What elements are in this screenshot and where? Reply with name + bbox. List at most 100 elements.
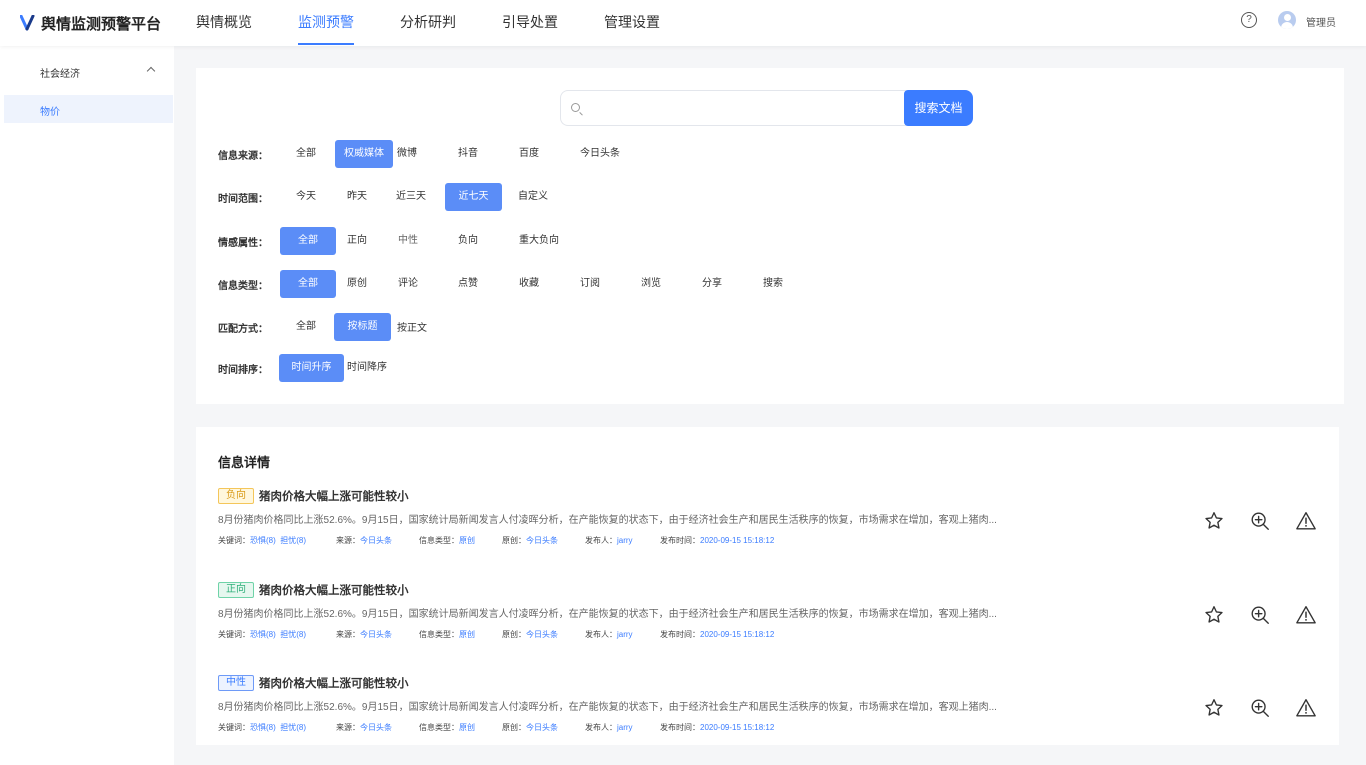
meta-label: 发布时间：	[660, 536, 700, 545]
filter-option[interactable]: 分享	[692, 270, 732, 298]
star-icon[interactable]	[1203, 604, 1225, 626]
meta-label: 信息类型：	[419, 723, 459, 732]
nav-overview[interactable]: 舆情概览	[196, 0, 252, 46]
meta-label: 原创：	[502, 536, 526, 545]
filter-option[interactable]: 自定义	[510, 183, 556, 211]
meta-label: 来源：	[336, 723, 360, 732]
filter-option[interactable]: 收藏	[509, 270, 549, 298]
meta-source: 来源：今日头条	[336, 535, 392, 546]
meta-value[interactable]: jarry	[617, 723, 633, 732]
sidebar-item-label: 物价	[40, 107, 60, 118]
filter-option[interactable]: 今天	[286, 183, 326, 211]
nav-monitoring[interactable]: 监测预警	[298, 0, 354, 46]
zoom-in-icon[interactable]	[1249, 510, 1271, 532]
meta-value[interactable]: 原创	[459, 630, 475, 639]
filter-option[interactable]: 负向	[448, 227, 488, 255]
meta-value[interactable]: jarry	[617, 630, 633, 639]
filter-option[interactable]: 微博	[390, 140, 424, 168]
avatar[interactable]	[1278, 11, 1296, 29]
nav-settings[interactable]: 管理设置	[604, 0, 660, 46]
filter-option[interactable]: 浏览	[631, 270, 671, 298]
filter-option-selected[interactable]: 全部	[280, 270, 336, 298]
keyword-link[interactable]: 担忧(8)	[280, 723, 306, 732]
meta-keywords: 关键词：恐惧(8) 担忧(8)	[218, 629, 306, 640]
filter-option-selected[interactable]: 时间升序	[279, 354, 344, 382]
meta-value: 2020-09-15 15:18:12	[700, 630, 775, 639]
meta-source: 来源：今日头条	[336, 722, 392, 733]
meta-value[interactable]: 今日头条	[526, 723, 558, 732]
filter-option[interactable]: 抖音	[448, 140, 488, 168]
warning-icon[interactable]	[1295, 697, 1317, 719]
user-name[interactable]: 管理员	[1306, 14, 1336, 29]
filter-label: 信息类型：	[218, 281, 268, 292]
logo[interactable]: 舆情监测预警平台	[20, 13, 161, 34]
filter-label: 时间排序：	[218, 365, 268, 376]
filter-option[interactable]: 评论	[388, 270, 428, 298]
star-icon[interactable]	[1203, 510, 1225, 532]
filter-option[interactable]: 时间降序	[344, 354, 390, 382]
filter-option[interactable]: 全部	[286, 313, 326, 341]
filter-option[interactable]: 百度	[509, 140, 549, 168]
filter-option-selected[interactable]: 权威媒体	[335, 140, 393, 168]
search-input[interactable]	[587, 99, 887, 117]
info-item-title[interactable]: 猪肉价格大幅上涨可能性较小	[259, 488, 409, 504]
sentiment-tag-neutral: 中性	[218, 675, 254, 691]
keyword-link[interactable]: 担忧(8)	[280, 630, 306, 639]
meta-original: 原创：今日头条	[502, 722, 558, 733]
info-item-title[interactable]: 猪肉价格大幅上涨可能性较小	[259, 675, 409, 691]
meta-label: 原创：	[502, 723, 526, 732]
filter-option-selected[interactable]: 按标题	[334, 313, 391, 341]
search-icon	[571, 103, 580, 112]
help-icon[interactable]: ?	[1241, 12, 1257, 28]
meta-value[interactable]: 今日头条	[360, 723, 392, 732]
nav-analysis[interactable]: 分析研判	[400, 0, 456, 46]
filter-option[interactable]: 今日头条	[574, 140, 626, 168]
filter-option-selected[interactable]: 全部	[280, 227, 336, 255]
top-header: 舆情监测预警平台 舆情概览 监测预警 分析研判 引导处置 管理设置 ? 管理员	[0, 0, 1366, 46]
filter-option[interactable]: 点赞	[448, 270, 488, 298]
meta-original: 原创：今日头条	[502, 535, 558, 546]
filter-option[interactable]: 按正文	[392, 315, 432, 343]
meta-value[interactable]: 今日头条	[360, 630, 392, 639]
zoom-in-icon[interactable]	[1249, 697, 1271, 719]
star-icon[interactable]	[1203, 697, 1225, 719]
zoom-in-icon[interactable]	[1249, 604, 1271, 626]
keyword-link[interactable]: 恐惧(8)	[250, 536, 276, 545]
meta-value[interactable]: 今日头条	[526, 536, 558, 545]
sidebar-group-social-economy[interactable]: 社会经济	[40, 65, 80, 80]
meta-value[interactable]: jarry	[617, 536, 633, 545]
info-item-summary: 8月份猪肉价格同比上涨52.6%。9月15日，国家统计局新闻发言人付凌晖分析，在…	[218, 609, 997, 620]
meta-time: 发布时间：2020-09-15 15:18:12	[660, 722, 774, 733]
meta-value[interactable]: 原创	[459, 723, 475, 732]
meta-time: 发布时间：2020-09-15 15:18:12	[660, 535, 774, 546]
filter-option[interactable]: 正向	[337, 227, 377, 255]
sidebar-item-price[interactable]: 物价	[4, 95, 173, 123]
meta-value[interactable]: 今日头条	[360, 536, 392, 545]
keyword-link[interactable]: 担忧(8)	[280, 536, 306, 545]
filter-option[interactable]: 重大负向	[510, 227, 568, 255]
meta-value[interactable]: 今日头条	[526, 630, 558, 639]
filter-option-selected[interactable]: 近七天	[445, 183, 502, 211]
keyword-link[interactable]: 恐惧(8)	[250, 723, 276, 732]
filter-option[interactable]: 搜索	[753, 270, 793, 298]
filter-option[interactable]: 昨天	[337, 183, 377, 211]
nav-guidance[interactable]: 引导处置	[502, 0, 558, 46]
search-button[interactable]: 搜索文档	[904, 90, 973, 126]
warning-icon[interactable]	[1295, 510, 1317, 532]
filter-option[interactable]: 全部	[286, 140, 326, 168]
meta-label: 关键词：	[218, 536, 250, 545]
filter-option[interactable]: 中性	[388, 227, 428, 255]
meta-time: 发布时间：2020-09-15 15:18:12	[660, 629, 774, 640]
info-panel: 信息详情 负向 猪肉价格大幅上涨可能性较小 8月份猪肉价格同比上涨52.6%。9…	[196, 427, 1339, 745]
meta-label: 原创：	[502, 630, 526, 639]
meta-label: 来源：	[336, 630, 360, 639]
info-item-title[interactable]: 猪肉价格大幅上涨可能性较小	[259, 582, 409, 598]
filter-option[interactable]: 订阅	[570, 270, 610, 298]
keyword-link[interactable]: 恐惧(8)	[250, 630, 276, 639]
warning-icon[interactable]	[1295, 604, 1317, 626]
filter-option[interactable]: 近三天	[388, 183, 434, 211]
chevron-up-icon[interactable]	[146, 66, 156, 76]
filter-option[interactable]: 原创	[337, 270, 377, 298]
meta-label: 发布人：	[585, 630, 617, 639]
meta-value[interactable]: 原创	[459, 536, 475, 545]
